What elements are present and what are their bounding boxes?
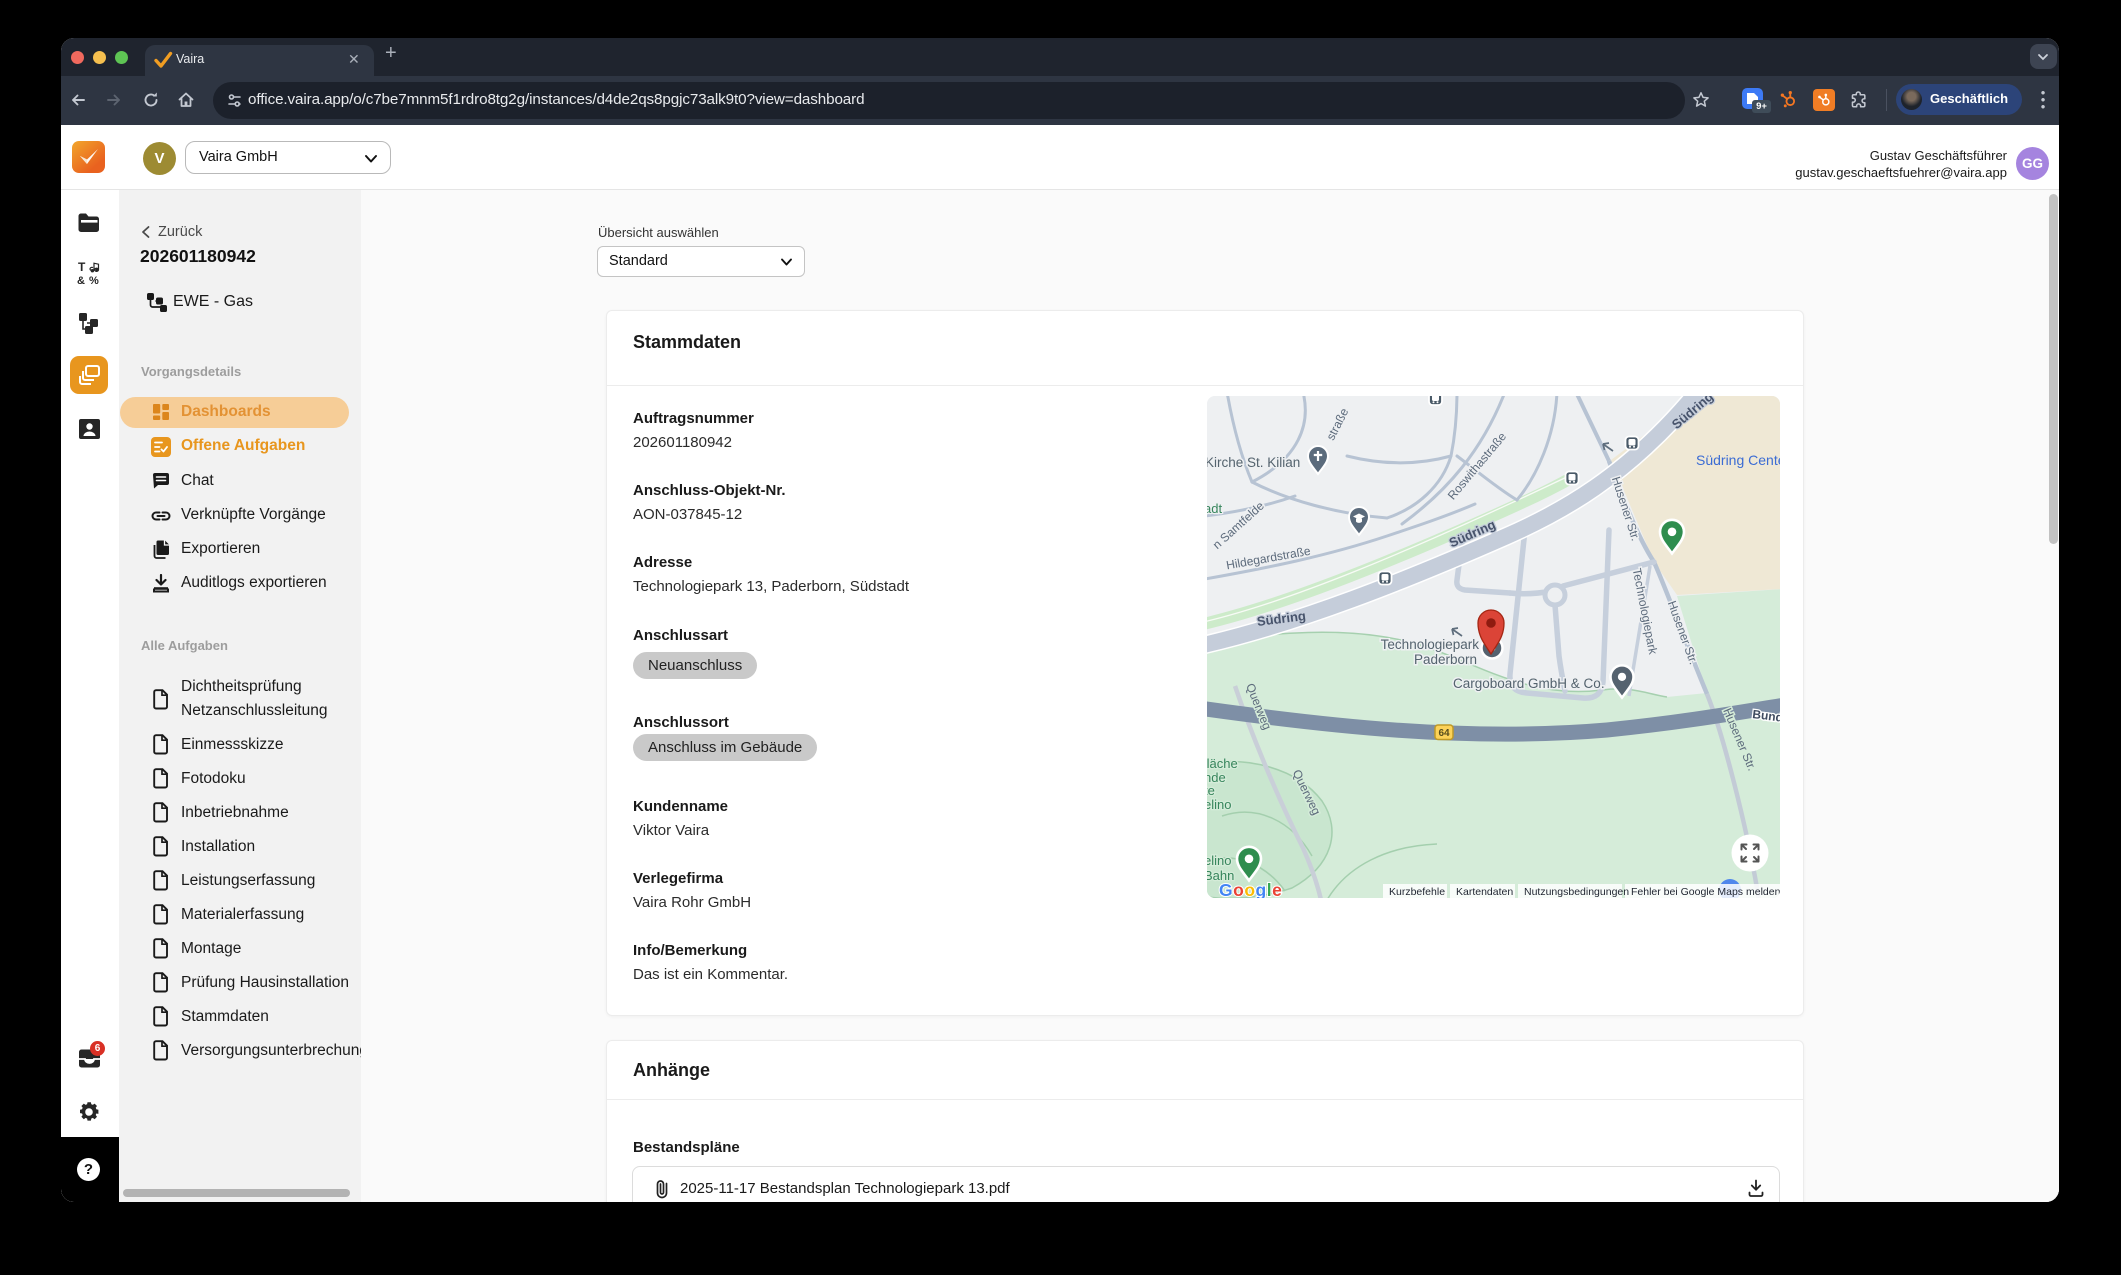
svg-text:%: % [89,275,99,286]
svg-text:Google: Google [1219,880,1282,898]
svg-text:64: 64 [1438,728,1450,739]
svg-text:Fehler bei Google Maps melden: Fehler bei Google Maps melden [1631,886,1780,898]
svg-text:Technologiepark: Technologiepark [1381,637,1480,652]
svg-text:Südring Center: Südring Center [1696,452,1780,468]
svg-text:elino: elino [1207,797,1231,812]
svg-text:elino: elino [1207,853,1231,868]
svg-text:Kartendaten: Kartendaten [1456,886,1513,898]
svg-text:adt: adt [1207,501,1222,516]
svg-text:Nutzungsbedingungen: Nutzungsbedingungen [1524,886,1629,898]
svg-text:T: T [78,260,86,274]
svg-text:Paderborn: Paderborn [1414,652,1477,667]
svg-text:&: & [77,275,85,286]
svg-text:Kirche St. Kilian: Kirche St. Kilian [1207,455,1300,470]
svg-text:fläche: fläche [1207,756,1238,771]
svg-text:Kurzbefehle: Kurzbefehle [1389,886,1445,898]
svg-text:Cargoboard GmbH & Co.: Cargoboard GmbH & Co. [1453,676,1605,691]
svg-text:te: te [1207,783,1215,798]
